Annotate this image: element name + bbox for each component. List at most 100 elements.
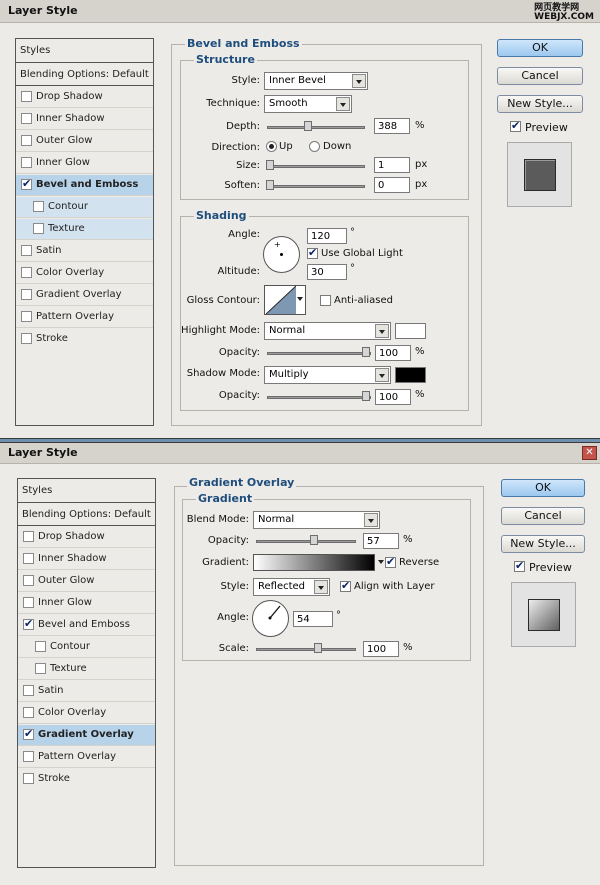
angle-input[interactable]: 54 [293,611,333,627]
highlight-color-swatch[interactable] [395,323,426,339]
shadow-opacity-slider[interactable] [267,391,371,401]
checkbox[interactable] [23,553,34,564]
cancel-button[interactable]: Cancel [501,507,585,525]
checkbox[interactable] [35,641,46,652]
checkbox[interactable] [21,289,32,300]
slider-thumb[interactable] [314,643,322,653]
altitude-input[interactable]: 30 [307,264,347,280]
blending-options[interactable]: Blending Options: Default [18,504,155,526]
shadow-color-swatch[interactable] [395,367,426,383]
style-item-texture[interactable]: Texture [18,659,155,680]
style-item-gradient-overlay[interactable]: Gradient Overlay [18,725,155,746]
preview-checkbox[interactable] [514,559,525,572]
close-icon[interactable]: ✕ [582,446,597,460]
technique-select[interactable]: Smooth [264,95,352,113]
checkbox[interactable] [23,685,34,696]
soften-input[interactable]: 0 [374,177,410,193]
checkbox[interactable] [33,201,44,212]
checkbox[interactable] [21,91,32,102]
soften-slider[interactable] [266,180,365,190]
title-bar[interactable]: Layer Style ✕ [0,443,600,464]
direction-up-radio[interactable] [266,141,277,152]
style-item-inner-shadow[interactable]: Inner Shadow [18,549,155,570]
blend-mode-select[interactable]: Normal [253,511,380,529]
new-style-button[interactable]: New Style... [501,535,585,553]
styles-header[interactable]: Styles [18,479,155,503]
style-item-contour[interactable]: Contour [16,197,153,218]
angle-dial[interactable] [252,600,289,637]
checkbox[interactable] [21,311,32,322]
style-item-stroke[interactable]: Stroke [16,329,153,350]
opacity-slider[interactable] [256,535,356,545]
blending-options[interactable]: Blending Options: Default [16,64,153,86]
style-item-bevel-and-emboss[interactable]: Bevel and Emboss [18,615,155,636]
style-item-drop-shadow[interactable]: Drop Shadow [18,527,155,548]
style-item-inner-shadow[interactable]: Inner Shadow [16,109,153,130]
style-item-inner-glow[interactable]: Inner Glow [16,153,153,174]
style-item-stroke[interactable]: Stroke [18,769,155,790]
style-item-color-overlay[interactable]: Color Overlay [16,263,153,284]
highlight-mode-select[interactable]: Normal [264,322,391,340]
size-slider[interactable] [266,160,365,170]
scale-slider[interactable] [256,643,356,653]
checkbox[interactable] [21,245,32,256]
gradient-style-select[interactable]: Reflected [253,578,330,596]
opacity-input[interactable]: 57 [363,533,399,549]
gloss-contour-picker[interactable] [264,285,306,315]
slider-thumb[interactable] [362,391,370,401]
checkbox[interactable] [23,707,34,718]
anti-aliased-checkbox[interactable] [320,295,331,306]
reverse-checkbox[interactable] [385,555,396,568]
checkbox[interactable] [23,773,34,784]
scale-input[interactable]: 100 [363,641,399,657]
checkbox[interactable] [21,113,32,124]
use-global-light-checkbox[interactable] [307,246,318,259]
slider-thumb[interactable] [362,347,370,357]
size-input[interactable]: 1 [374,157,410,173]
preview-checkbox[interactable] [510,119,521,132]
checkbox[interactable] [23,575,34,586]
style-select[interactable]: Inner Bevel [264,72,368,90]
checkbox[interactable] [35,663,46,674]
highlight-opacity-slider[interactable] [267,347,371,357]
cancel-button[interactable]: Cancel [497,67,583,85]
checkbox[interactable] [23,597,34,608]
style-item-satin[interactable]: Satin [18,681,155,702]
highlight-opacity-input[interactable]: 100 [375,345,411,361]
checkbox[interactable] [21,135,32,146]
style-item-drop-shadow[interactable]: Drop Shadow [16,87,153,108]
angle-input[interactable]: 120 [307,228,347,244]
style-item-satin[interactable]: Satin [16,241,153,262]
style-item-color-overlay[interactable]: Color Overlay [18,703,155,724]
style-item-outer-glow[interactable]: Outer Glow [16,131,153,152]
style-item-outer-glow[interactable]: Outer Glow [18,571,155,592]
depth-slider[interactable] [267,121,365,131]
slider-thumb[interactable] [304,121,312,131]
slider-thumb[interactable] [266,180,274,190]
checkbox-checked[interactable] [21,177,32,190]
direction-down-radio[interactable] [309,141,320,152]
style-item-texture[interactable]: Texture [16,219,153,240]
checkbox[interactable] [21,333,32,344]
styles-header[interactable]: Styles [16,39,153,63]
title-bar[interactable]: Layer Style 网页教学网 WEBJX.COM [0,0,600,23]
slider-thumb[interactable] [266,160,274,170]
checkbox[interactable] [21,157,32,168]
slider-thumb[interactable] [310,535,318,545]
checkbox-checked[interactable] [23,617,34,630]
gradient-picker[interactable] [253,554,384,571]
checkbox[interactable] [21,267,32,278]
style-item-inner-glow[interactable]: Inner Glow [18,593,155,614]
checkbox[interactable] [23,751,34,762]
style-item-gradient-overlay[interactable]: Gradient Overlay [16,285,153,306]
style-item-pattern-overlay[interactable]: Pattern Overlay [16,307,153,328]
ok-button[interactable]: OK [501,479,585,497]
angle-dial[interactable]: + [263,236,300,273]
style-item-bevel-and-emboss[interactable]: Bevel and Emboss [16,175,153,196]
checkbox-checked[interactable] [23,727,34,740]
shadow-mode-select[interactable]: Multiply [264,366,391,384]
new-style-button[interactable]: New Style... [497,95,583,113]
ok-button[interactable]: OK [497,39,583,57]
align-with-layer-checkbox[interactable] [340,579,351,592]
checkbox[interactable] [23,531,34,542]
